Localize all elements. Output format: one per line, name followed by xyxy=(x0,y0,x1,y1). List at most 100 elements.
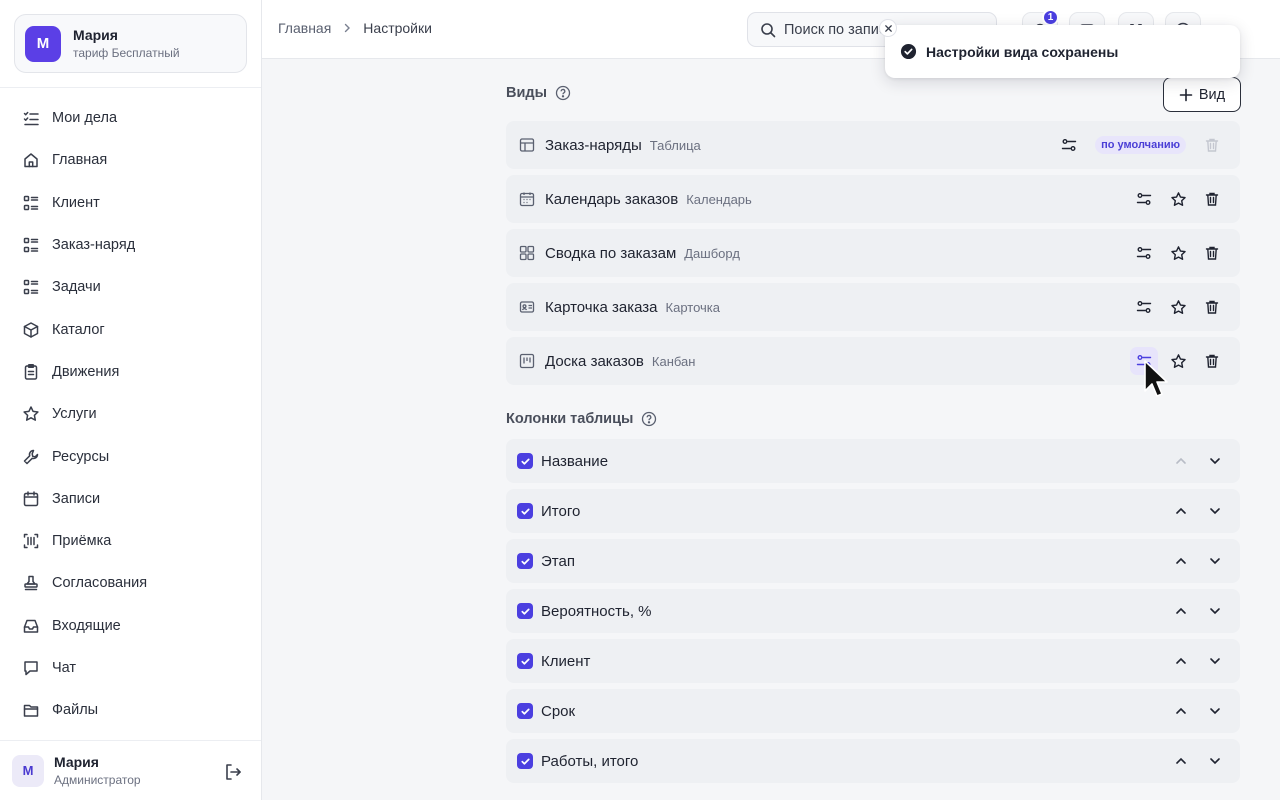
help-circle-icon[interactable] xyxy=(641,411,657,427)
view-row[interactable]: Доска заказов Канбан xyxy=(506,337,1240,385)
move-up-button[interactable] xyxy=(1164,489,1198,533)
views-title: Виды xyxy=(506,85,547,101)
sidebar-item[interactable]: Входящие xyxy=(0,605,261,647)
sidebar-item[interactable]: Движения xyxy=(0,351,261,393)
card-icon xyxy=(519,299,535,315)
view-row[interactable]: Календарь заказов Календарь xyxy=(506,175,1240,223)
sidebar-item-label: Каталог xyxy=(52,321,105,338)
sidebar-item[interactable]: Чат xyxy=(0,647,261,689)
sliders-icon xyxy=(1061,137,1077,153)
account-switcher[interactable]: М Мария тариф Бесплатный xyxy=(14,14,247,73)
column-actions xyxy=(1164,639,1232,683)
column-checkbox[interactable] xyxy=(517,553,533,569)
sidebar-item[interactable]: Клиент xyxy=(0,182,261,224)
move-down-button[interactable] xyxy=(1198,639,1232,683)
move-up-button xyxy=(1164,439,1198,483)
move-up-button[interactable] xyxy=(1164,739,1198,783)
delete-view-button[interactable] xyxy=(1195,283,1229,331)
sidebar-item-label: Чат xyxy=(52,660,77,676)
toast-notification: Настройки вида сохранены xyxy=(879,19,1240,78)
sidebar-item[interactable]: Услуги xyxy=(0,393,261,435)
sidebar-item[interactable]: Мои дела xyxy=(0,97,261,139)
view-name: Сводка по заказам xyxy=(545,244,677,262)
move-down-button[interactable] xyxy=(1198,689,1232,733)
sidebar-item[interactable]: Согласования xyxy=(0,562,261,604)
trash-icon xyxy=(1204,137,1220,153)
delete-view-button[interactable] xyxy=(1195,229,1229,277)
move-up-button[interactable] xyxy=(1164,539,1198,583)
toast-close-button[interactable] xyxy=(879,19,897,37)
sidebar-item[interactable]: Ресурсы xyxy=(0,435,261,477)
sidebar-item[interactable]: Заказ-наряд xyxy=(0,224,261,266)
check-icon xyxy=(520,658,530,665)
view-settings-button[interactable] xyxy=(1127,283,1161,331)
sidebar-item-label: Главная xyxy=(52,152,108,169)
sliders-icon xyxy=(1136,191,1152,207)
set-default-button[interactable] xyxy=(1161,283,1195,331)
list-icon xyxy=(22,194,40,212)
move-down-button[interactable] xyxy=(1198,439,1232,483)
move-up-button[interactable] xyxy=(1164,639,1198,683)
move-down-button[interactable] xyxy=(1198,539,1232,583)
sliders-icon xyxy=(1136,245,1152,261)
sidebar-item[interactable]: Записи xyxy=(0,478,261,520)
column-checkbox[interactable] xyxy=(517,753,533,769)
view-settings-button[interactable] xyxy=(1052,121,1086,169)
view-row[interactable]: Сводка по заказам Дашборд xyxy=(506,229,1240,277)
chevron-up-icon xyxy=(1174,604,1188,618)
chevron-right-icon xyxy=(345,23,351,33)
trash-icon xyxy=(1204,245,1220,261)
views-section-title: Виды xyxy=(506,85,571,101)
view-row[interactable]: Карточка заказа Карточка xyxy=(506,283,1240,331)
check-icon xyxy=(520,558,530,565)
view-settings-button[interactable] xyxy=(1127,175,1161,223)
column-checkbox[interactable] xyxy=(517,653,533,669)
sidebar-item[interactable]: Главная xyxy=(0,139,261,181)
help-circle-icon[interactable] xyxy=(555,85,571,101)
default-badge: по умолчанию xyxy=(1095,136,1186,154)
breadcrumb-current: Настройки xyxy=(363,20,432,36)
column-checkbox[interactable] xyxy=(517,603,533,619)
view-row[interactable]: Заказ-наряды Таблица по умолчанию xyxy=(506,121,1240,169)
sidebar-item[interactable]: Приёмка xyxy=(0,520,261,562)
column-checkbox[interactable] xyxy=(517,703,533,719)
column-row: Итого xyxy=(506,489,1240,533)
delete-view-button[interactable] xyxy=(1195,175,1229,223)
sidebar-item-label: Согласования xyxy=(52,575,148,592)
column-checkbox[interactable] xyxy=(517,453,533,469)
chevron-up-icon xyxy=(1174,654,1188,668)
column-row: Клиент xyxy=(506,639,1240,683)
add-view-button[interactable]: Вид xyxy=(1163,77,1241,112)
sidebar-item[interactable]: Каталог xyxy=(0,308,261,350)
set-default-button[interactable] xyxy=(1161,229,1195,277)
column-name: Срок xyxy=(541,702,576,720)
chevron-up-icon xyxy=(1174,754,1188,768)
scan-icon xyxy=(22,532,40,550)
add-view-label: Вид xyxy=(1198,86,1226,103)
sidebar-item[interactable]: Файлы xyxy=(0,689,261,731)
set-default-button[interactable] xyxy=(1161,175,1195,223)
user-avatar[interactable]: М xyxy=(12,754,44,787)
star-icon xyxy=(22,405,40,423)
move-down-button[interactable] xyxy=(1198,489,1232,533)
trash-icon xyxy=(1204,353,1220,369)
move-up-button[interactable] xyxy=(1164,689,1198,733)
home-icon xyxy=(22,151,40,169)
delete-view-button[interactable] xyxy=(1195,337,1229,385)
account-name: Мария xyxy=(73,27,118,43)
column-checkbox[interactable] xyxy=(517,503,533,519)
logout-icon[interactable] xyxy=(223,762,243,782)
view-settings-button[interactable] xyxy=(1127,229,1161,277)
chat-icon xyxy=(22,659,40,677)
breadcrumb-home[interactable]: Главная xyxy=(278,20,331,36)
chevron-down-icon xyxy=(1208,604,1222,618)
chevron-up-icon xyxy=(1174,454,1188,468)
move-down-button[interactable] xyxy=(1198,589,1232,633)
columns-list: Название Итого Этап Вероятность, % Клиен… xyxy=(506,439,1240,789)
sidebar-item[interactable]: Задачи xyxy=(0,266,261,308)
sidebar-nav: Мои дела Главная Клиент Заказ-наряд Задачи Ка… xyxy=(0,97,261,731)
move-up-button[interactable] xyxy=(1164,589,1198,633)
sidebar-item-label: Файлы xyxy=(52,702,99,719)
column-name: Название xyxy=(541,452,609,470)
move-down-button[interactable] xyxy=(1198,739,1232,783)
